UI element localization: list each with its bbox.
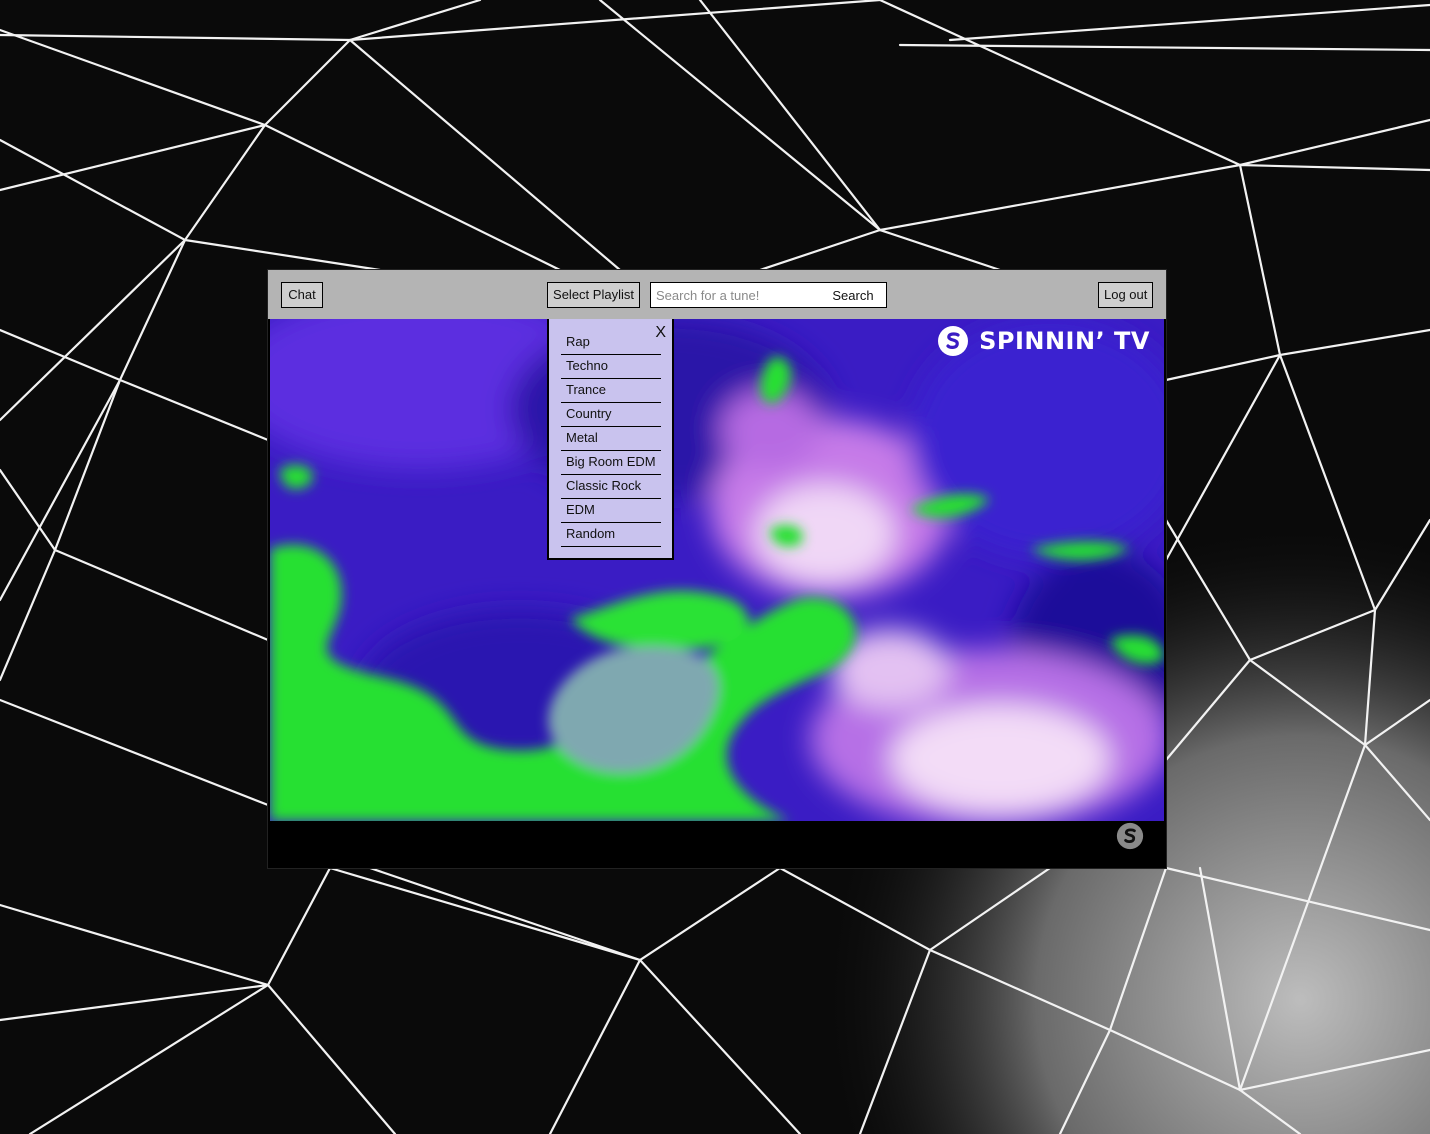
playlist-list: Rap Techno Trance Country Metal Big Room…	[561, 331, 661, 547]
playlist-item-classic-rock[interactable]: Classic Rock	[561, 475, 661, 499]
top-toolbar: Chat Select Playlist Search Log out	[268, 270, 1166, 319]
playlist-dropdown: X Rap Techno Trance Country Metal Big Ro…	[547, 319, 674, 560]
player-window: Chat Select Playlist Search Log out	[268, 270, 1166, 868]
logout-button[interactable]: Log out	[1098, 282, 1153, 308]
search-button[interactable]: Search	[820, 283, 886, 307]
spinnin-s-icon	[1116, 822, 1144, 850]
playlist-item-random[interactable]: Random	[561, 523, 661, 547]
spinnin-tv-logo: SPINNIN’ TV	[937, 325, 1150, 357]
video-frame	[270, 319, 1164, 821]
spinnin-s-icon	[938, 326, 969, 356]
playlist-item-big-room-edm[interactable]: Big Room EDM	[561, 451, 661, 475]
video-bottom-bar	[268, 821, 1166, 868]
search-box: Search	[650, 282, 887, 308]
playlist-item-techno[interactable]: Techno	[561, 355, 661, 379]
playlist-item-country[interactable]: Country	[561, 403, 661, 427]
playlist-item-rap[interactable]: Rap	[561, 331, 661, 355]
playlist-item-metal[interactable]: Metal	[561, 427, 661, 451]
select-playlist-button[interactable]: Select Playlist	[547, 282, 640, 308]
channel-logo-text: SPINNIN’ TV	[979, 327, 1150, 355]
playlist-item-trance[interactable]: Trance	[561, 379, 661, 403]
video-player[interactable]: SPINNIN’ TV	[270, 319, 1164, 821]
chat-button[interactable]: Chat	[281, 282, 323, 308]
playlist-item-edm[interactable]: EDM	[561, 499, 661, 523]
search-input[interactable]	[651, 283, 821, 307]
